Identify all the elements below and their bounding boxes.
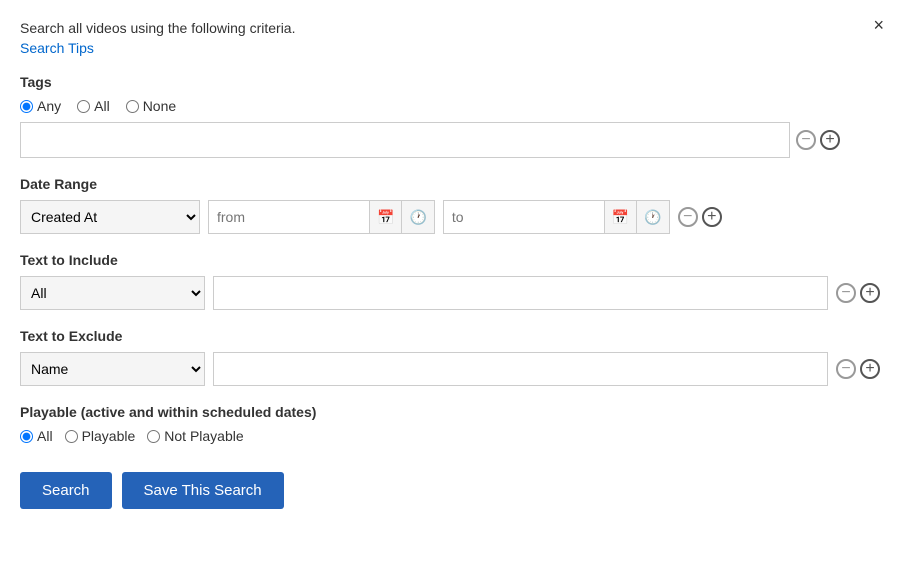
tags-btn-group: − + [796,130,840,150]
tags-radio-none[interactable]: None [126,98,176,114]
date-btn-group: − + [678,207,722,227]
close-button[interactable]: × [873,16,884,34]
date-to-calendar-icon[interactable]: 📅 [604,201,636,233]
playable-radio-group: All Playable Not Playable [20,428,880,444]
text-include-row: All Name Description Tags − + [20,276,880,310]
playable-radio-not-playable[interactable]: Not Playable [147,428,243,444]
text-include-label: Text to Include [20,252,880,268]
text-exclude-remove-button[interactable]: − [836,359,856,379]
bottom-bar: Search Save This Search [20,472,880,509]
search-tips-link[interactable]: Search Tips [20,40,94,56]
text-exclude-row: Name All Description Tags − + [20,352,880,386]
date-add-button[interactable]: + [702,207,722,227]
playable-section: Playable (active and within scheduled da… [20,404,880,444]
date-to-time-icon[interactable]: 🕐 [636,201,668,233]
date-from-calendar-icon[interactable]: 📅 [369,201,401,233]
text-exclude-section: Text to Exclude Name All Description Tag… [20,328,880,386]
tags-radio-any[interactable]: Any [20,98,61,114]
intro-text: Search all videos using the following cr… [20,20,880,36]
playable-radio-playable[interactable]: Playable [65,428,136,444]
date-to-input[interactable] [444,201,604,233]
save-search-button[interactable]: Save This Search [122,472,284,509]
tags-label: Tags [20,74,880,90]
search-button[interactable]: Search [20,472,112,509]
date-range-label: Date Range [20,176,880,192]
tags-section: Tags Any All None − + [20,74,880,158]
text-exclude-label: Text to Exclude [20,328,880,344]
text-include-btn-group: − + [836,283,880,303]
tags-input-row: − + [20,122,880,158]
date-remove-button[interactable]: − [678,207,698,227]
text-include-section: Text to Include All Name Description Tag… [20,252,880,310]
date-from-group: 📅 🕐 [208,200,435,234]
date-from-time-icon[interactable]: 🕐 [401,201,433,233]
tags-remove-button[interactable]: − [796,130,816,150]
main-container: × Search all videos using the following … [0,0,900,529]
playable-radio-all[interactable]: All [20,428,53,444]
text-include-remove-button[interactable]: − [836,283,856,303]
tags-add-button[interactable]: + [820,130,840,150]
text-exclude-btn-group: − + [836,359,880,379]
date-range-select[interactable]: Created At Updated At Published At [20,200,200,234]
text-exclude-input[interactable] [213,352,828,386]
date-range-section: Date Range Created At Updated At Publish… [20,176,880,234]
text-include-input[interactable] [213,276,828,310]
tags-radio-all[interactable]: All [77,98,110,114]
tags-input[interactable] [20,122,790,158]
text-include-select[interactable]: All Name Description Tags [20,276,205,310]
text-include-add-button[interactable]: + [860,283,880,303]
text-exclude-add-button[interactable]: + [860,359,880,379]
date-range-row: Created At Updated At Published At 📅 🕐 📅… [20,200,880,234]
date-to-group: 📅 🕐 [443,200,670,234]
date-from-input[interactable] [209,201,369,233]
playable-label: Playable (active and within scheduled da… [20,404,880,420]
tags-radio-group: Any All None [20,98,880,114]
text-exclude-select[interactable]: Name All Description Tags [20,352,205,386]
